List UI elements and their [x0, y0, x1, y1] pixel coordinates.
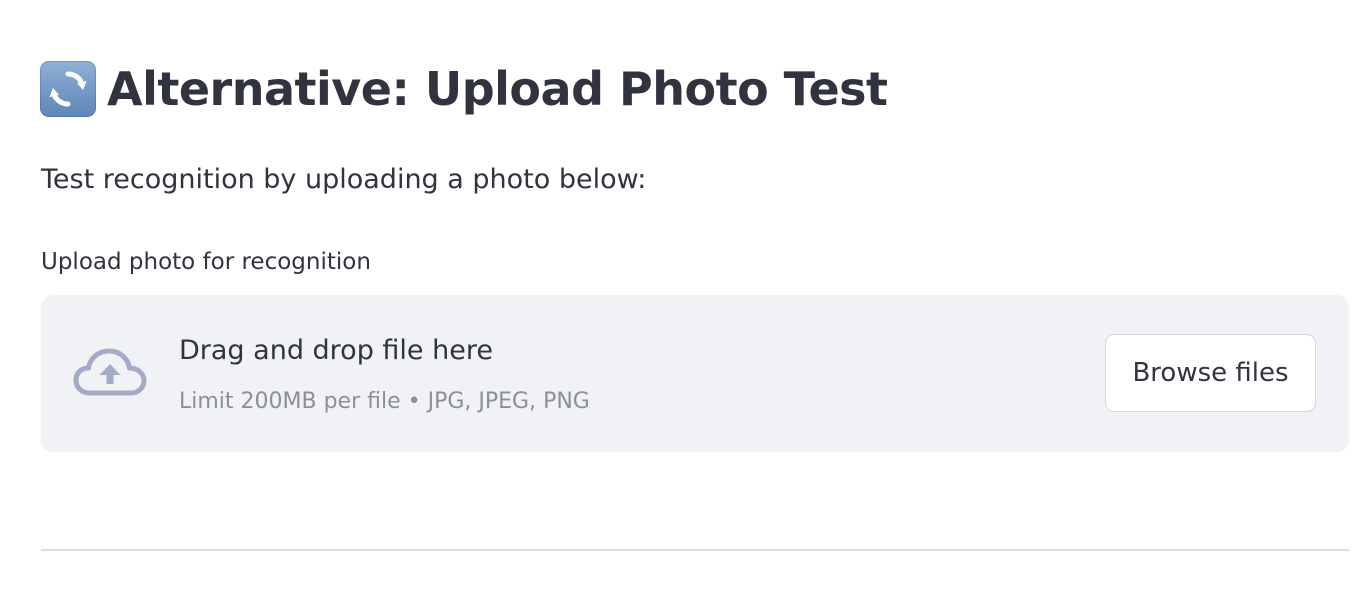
divider [41, 549, 1349, 551]
page-title-row: Alternative: Upload Photo Test [40, 58, 888, 120]
browse-files-button[interactable]: Browse files [1105, 334, 1316, 412]
page-title: Alternative: Upload Photo Test [107, 62, 888, 116]
file-limit-text: Limit 200MB per file • JPG, JPEG, PNG [179, 389, 590, 414]
page: Alternative: Upload Photo Test Test reco… [0, 0, 1356, 592]
dropzone-instructions: Drag and drop file here [179, 335, 493, 366]
intro-text: Test recognition by uploading a photo be… [41, 164, 647, 195]
cloud-upload-icon [72, 347, 148, 399]
upload-label: Upload photo for recognition [41, 249, 371, 275]
counterclockwise-arrows-icon [40, 61, 96, 117]
file-dropzone[interactable]: Drag and drop file here Limit 200MB per … [41, 295, 1349, 452]
